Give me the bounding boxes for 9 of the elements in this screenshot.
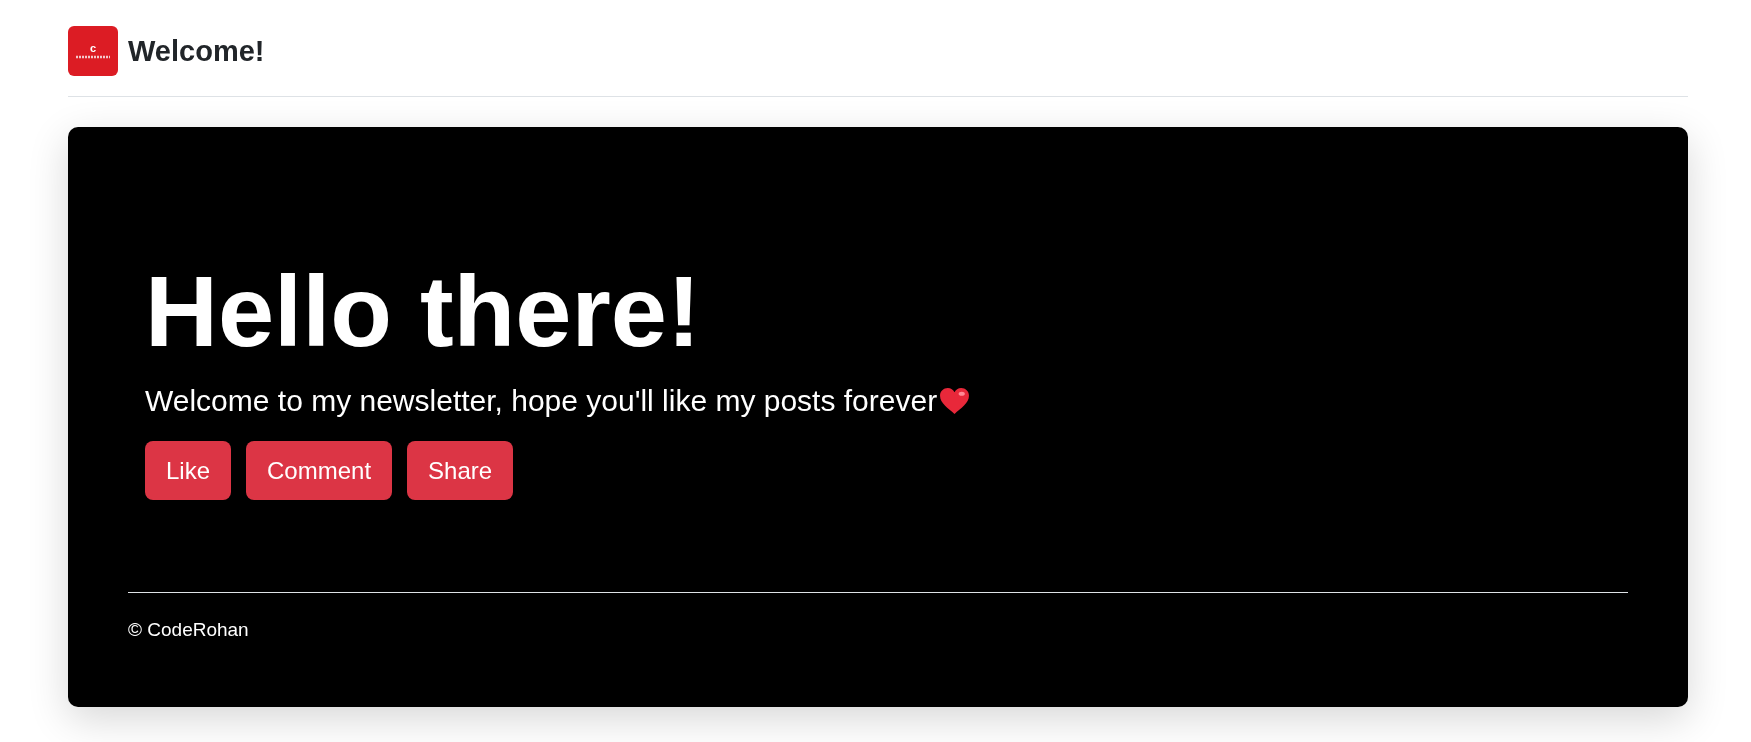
copyright-text: © CodeRohan <box>128 619 249 640</box>
action-button[interactable]: Comment <box>246 441 393 501</box>
site-title: Welcome! <box>128 33 265 69</box>
action-button[interactable]: Share <box>407 441 514 501</box>
heart-icon <box>939 386 971 415</box>
action-button[interactable]: Like <box>145 441 232 501</box>
logo-icon: c <box>68 26 118 76</box>
hero-heading: Hello there! <box>145 256 701 368</box>
lead-text: Welcome to my newsletter, hope you'll like my posts forever <box>145 383 938 420</box>
